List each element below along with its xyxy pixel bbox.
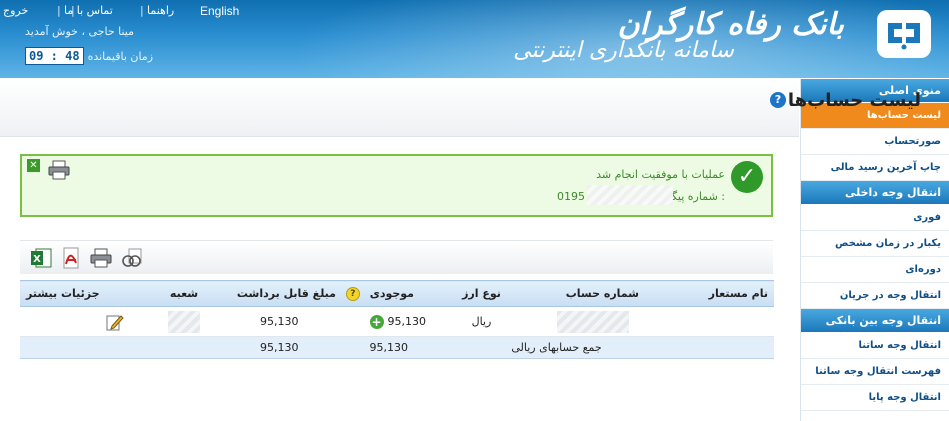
svg-text:X: X (33, 254, 41, 265)
column-header[interactable]: مبلغ قابل برداشت (224, 280, 344, 307)
excel-icon-graphic: X (31, 248, 52, 268)
edit-icon[interactable] (106, 313, 124, 331)
success-message-box: ✓ عملیات با موفقیت انجام شد شماره پیگیری… (20, 154, 773, 217)
bank-logo (877, 10, 931, 58)
link-separator: | (71, 4, 75, 17)
column-header[interactable]: موجودی ? (344, 280, 434, 307)
alias-cell (679, 306, 774, 337)
pdf-icon[interactable] (60, 247, 82, 269)
brand: بانک رفاه کارگران سامانه بانکداری اینترن… (513, 8, 844, 64)
exit-link[interactable]: خروج (3, 4, 28, 17)
english-link[interactable]: English (200, 4, 239, 18)
print-icon[interactable] (90, 247, 112, 269)
edit-icon-graphic (106, 314, 124, 330)
column-header[interactable]: جزئیات بیشتر (20, 280, 144, 307)
column-header[interactable]: نام مستعار (679, 280, 774, 307)
column-header[interactable]: شعبه (144, 280, 224, 307)
pdf-icon-graphic (63, 247, 79, 269)
balance-value: 95,130 (387, 314, 427, 328)
welcome-text: مینا حاجی ، خوش آمدید (25, 25, 135, 38)
sidebar-item-last-receipt[interactable]: چاپ آخرین رسید مالی (801, 155, 949, 181)
branch-cell (144, 306, 224, 337)
total-withdrawable: 95,130 (224, 336, 344, 359)
bank-logo-mark (888, 23, 920, 50)
print-icon-graphic (90, 248, 112, 268)
page-title: لیست حساب‌ها (787, 90, 921, 111)
total-label: جمع حسابهای ریالی (434, 336, 679, 359)
total-empty-cell (679, 336, 774, 359)
total-empty-cell (20, 336, 144, 359)
link-separator: | (140, 4, 144, 17)
link-separator: | (57, 4, 61, 17)
accounts-table: نام مستعار شماره حساب نوع ارز موجودی ? م… (20, 280, 774, 359)
session-timer: 09 : 48 زمان باقیمانده (25, 47, 153, 65)
header: English | راهنما | تماس با ما | خروج مین… (0, 0, 949, 78)
sidebar-item-periodic[interactable]: دوره‌ای (801, 257, 949, 283)
balance-cell: 95,130+ (344, 306, 434, 337)
help-link[interactable]: | راهنما (140, 4, 174, 17)
column-header[interactable]: نوع ارز (434, 280, 529, 307)
sidebar-item-scheduled[interactable]: یکبار در زمان مشخص (801, 231, 949, 257)
brand-system-name: سامانه بانکداری اینترنتی (513, 38, 734, 63)
help-icon[interactable]: ? (770, 92, 786, 108)
table-header-row: نام مستعار شماره حساب نوع ارز موجودی ? م… (20, 280, 774, 307)
excel-icon[interactable]: X (30, 247, 52, 269)
page-title-bar (0, 79, 799, 137)
total-row: جمع حسابهای ریالی 95,130 95,130 (20, 336, 774, 359)
sidebar-item-statement[interactable]: صورتحساب (801, 129, 949, 155)
balance-header-label: موجودی (369, 286, 414, 300)
search-icon-graphic (122, 248, 142, 267)
success-message: عملیات با موفقیت انجام شد (596, 168, 725, 181)
check-icon: ✓ (731, 161, 763, 193)
redacted-account-number (557, 310, 629, 333)
total-balance: 95,130 (344, 336, 434, 359)
contact-link[interactable]: | تماس با ما | (57, 4, 113, 17)
withdrawable-cell: 95,130 (224, 306, 344, 337)
redacted-branch (168, 310, 200, 333)
remaining-label: زمان باقیمانده (87, 49, 154, 63)
sidebar-section-internal-transfer[interactable]: انتقال وجه داخلی (801, 181, 949, 205)
total-empty-cell (144, 336, 224, 359)
export-toolbar: X (20, 240, 773, 274)
sidebar: منوی اصلی لیست حساب‌ها صورتحساب چاپ آخری… (800, 79, 949, 421)
sidebar-item-paya[interactable]: انتقال وجه پایا (801, 385, 949, 411)
redacted-tracking (587, 185, 673, 205)
close-icon[interactable]: ✕ (27, 159, 40, 172)
sidebar-item-satna-list[interactable]: فهرست انتقال وجه ساتنا (801, 359, 949, 385)
help-link-label: راهنما (147, 4, 175, 17)
timer-value: 09 : 48 (25, 47, 84, 65)
table-row: ریال 95,130+ 95,130 (20, 306, 774, 337)
account-number-cell (529, 306, 679, 337)
plus-icon[interactable]: + (369, 314, 384, 329)
sidebar-section-interbank-transfer[interactable]: انتقال وجه بین بانکی (801, 309, 949, 333)
sidebar-item-pending-transfer[interactable]: انتقال وجه در جریان (801, 283, 949, 309)
sidebar-item-satna[interactable]: انتقال وجه ساتنا (801, 333, 949, 359)
tracking-number: 0195 (557, 190, 585, 203)
print-icon[interactable] (48, 160, 70, 183)
details-cell (20, 306, 144, 337)
currency-cell: ریال (434, 306, 529, 337)
sidebar-item-instant[interactable]: فوری (801, 205, 949, 231)
search-icon[interactable] (120, 247, 142, 269)
brand-bank-name: بانک رفاه کارگران (617, 7, 844, 42)
lamp-icon[interactable]: ? (345, 286, 360, 301)
column-header[interactable]: شماره حساب (529, 280, 679, 307)
print-icon-graphic (48, 160, 70, 180)
